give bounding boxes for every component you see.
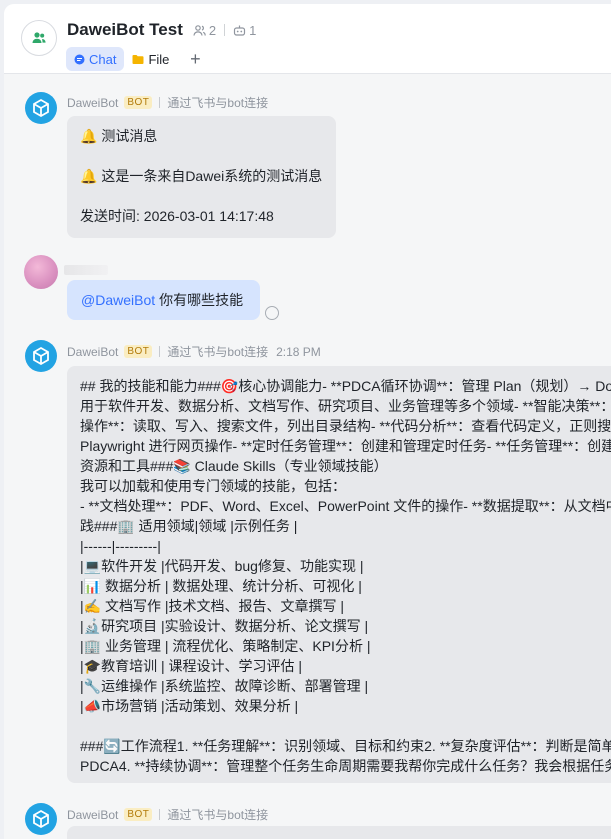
bot-badge: BOT bbox=[124, 345, 153, 358]
message-line: 🔔 这是一条来自Dawei系统的测试消息 bbox=[80, 168, 323, 184]
sender-divider bbox=[159, 346, 161, 357]
message-line: - **文档处理**：PDF、Word、Excel、PowerPoint 文件的… bbox=[80, 498, 611, 514]
message-line: 我可以加载和使用专门领域的技能，包括： bbox=[80, 478, 346, 494]
bot-badge: BOT bbox=[124, 96, 153, 109]
connection-note: 通过飞书与bot连接 bbox=[167, 345, 269, 359]
message-line: |💻软件开发 |代码开发、bug修复、功能实现 | bbox=[80, 558, 364, 574]
group-people-icon bbox=[32, 32, 46, 43]
robot-icon bbox=[234, 25, 246, 36]
bot-logo-icon bbox=[33, 346, 49, 366]
message-line: |------|---------| bbox=[80, 538, 161, 554]
message-bubble[interactable]: @DaweiBot 你有哪些技能 bbox=[67, 280, 260, 320]
message-line: |✍️ 文档写作 |技术文档、报告、文章撰写 | bbox=[80, 598, 345, 614]
avatar[interactable] bbox=[25, 340, 57, 372]
sender-name[interactable]: DaweiBot bbox=[67, 808, 118, 822]
message-time: 2:18 PM bbox=[276, 344, 321, 359]
message-line: 践###🏢 适用领域|领域 |示例任务 | bbox=[80, 518, 298, 534]
avatar[interactable] bbox=[25, 92, 57, 124]
bot-badge: BOT bbox=[124, 808, 153, 821]
message-line: Playwright 进行网页操作- **定时任务管理**：创建和管理定时任务-… bbox=[80, 438, 611, 454]
tab-chat[interactable]: Chat bbox=[66, 47, 125, 71]
members-icon bbox=[193, 24, 206, 36]
connection-note: 通过飞书与bot连接 bbox=[167, 808, 269, 822]
read-status-circle-icon[interactable] bbox=[265, 306, 279, 320]
message-line-blank bbox=[80, 146, 322, 166]
add-tab-button[interactable]: + bbox=[183, 47, 207, 71]
message-line: PDCA4. **持续协调**：管理整个任务生命周期需要我帮你完成什么任务？我会… bbox=[80, 758, 611, 774]
chat-window: DaweiBot Test 2 1 Chat File + DaweiBot B… bbox=[4, 4, 611, 839]
sender-divider bbox=[159, 97, 161, 108]
message-line: |🔬研究项目 |实验设计、数据分析、论文撰写 | bbox=[80, 618, 369, 634]
chat-meta: 2 1 bbox=[193, 23, 256, 38]
sender-name[interactable]: DaweiBot bbox=[67, 345, 118, 359]
message-line-blank bbox=[80, 186, 322, 206]
message-bubble[interactable] bbox=[67, 826, 611, 839]
message-line: |🎓教育培训 | 课程设计、学习评估 | bbox=[80, 658, 303, 674]
message-line: 🔔 测试消息 bbox=[80, 128, 158, 144]
mention-link[interactable]: @DaweiBot bbox=[81, 292, 155, 308]
tab-chat-label: Chat bbox=[89, 51, 117, 67]
message-line: |🏢 业务管理 | 流程优化、策略制定、KPI分析 | bbox=[80, 638, 371, 654]
chat-title: DaweiBot Test bbox=[67, 20, 183, 39]
message-line: ###🔄工作流程1. **任务理解**：识别领域、目标和约束2. **复杂度评估… bbox=[80, 738, 611, 754]
message-sender: DaweiBot BOT 通过飞书与bot连接 2:18 PM bbox=[67, 343, 321, 360]
message-line: |🔧运维操作 |系统监控、故障诊断、部署管理 | bbox=[80, 678, 369, 694]
tab-file-label: File bbox=[148, 51, 170, 67]
message-sender: DaweiBot BOT 通过飞书与bot连接 bbox=[67, 806, 268, 823]
member-count: 2 bbox=[208, 22, 217, 38]
group-avatar[interactable] bbox=[21, 20, 57, 56]
meta-divider bbox=[224, 24, 226, 36]
sender-name[interactable]: DaweiBot bbox=[67, 96, 118, 110]
tab-file[interactable]: File bbox=[124, 47, 177, 71]
chat-tabs: Chat File + bbox=[66, 47, 207, 71]
bot-logo-icon bbox=[33, 98, 49, 118]
message-line: 发送时间: 2026-03-01 14:17:48 bbox=[80, 208, 274, 224]
message-bubble[interactable]: ## 我的技能和能力###🎯核心协调能力- **PDCA循环协调**：管理 Pl… bbox=[67, 366, 611, 783]
connection-note: 通过飞书与bot连接 bbox=[167, 96, 269, 110]
message-line: |📊 数据分析 | 数据处理、统计分析、可视化 | bbox=[80, 578, 362, 594]
message-line: ## 我的技能和能力###🎯核心协调能力- **PDCA循环协调**：管理 Pl… bbox=[80, 378, 611, 394]
message-bubble[interactable]: 🔔 测试消息 🔔 这是一条来自Dawei系统的测试消息 发送时间: 2026-0… bbox=[67, 116, 336, 238]
message-line: 资源和工具###📚 Claude Skills（专业领域技能） bbox=[80, 458, 388, 474]
avatar[interactable] bbox=[25, 803, 57, 835]
message-text: 你有哪些技能 bbox=[159, 292, 244, 308]
chat-header: DaweiBot Test 2 1 Chat File + bbox=[4, 4, 611, 74]
bot-logo-icon bbox=[33, 809, 49, 829]
message-line: |📣市场营销 |活动策划、效果分析 | bbox=[80, 698, 299, 714]
message-line: 操作**：读取、写入、搜索文件，列出目录结构- **代码分析**：查看代码定义，… bbox=[80, 418, 611, 434]
message-sender: DaweiBot BOT 通过飞书与bot连接 bbox=[67, 94, 268, 111]
user-name-blurred bbox=[64, 265, 108, 275]
message-line-blank bbox=[80, 716, 611, 736]
sender-divider bbox=[159, 809, 161, 820]
chat-bubble-icon bbox=[74, 54, 85, 65]
user-avatar[interactable] bbox=[24, 255, 58, 289]
folder-icon bbox=[132, 54, 144, 65]
bot-count: 1 bbox=[249, 22, 257, 38]
message-line: 用于软件开发、数据分析、文档写作、研究项目、业务管理等多个领域- **智能决策*… bbox=[80, 398, 611, 414]
